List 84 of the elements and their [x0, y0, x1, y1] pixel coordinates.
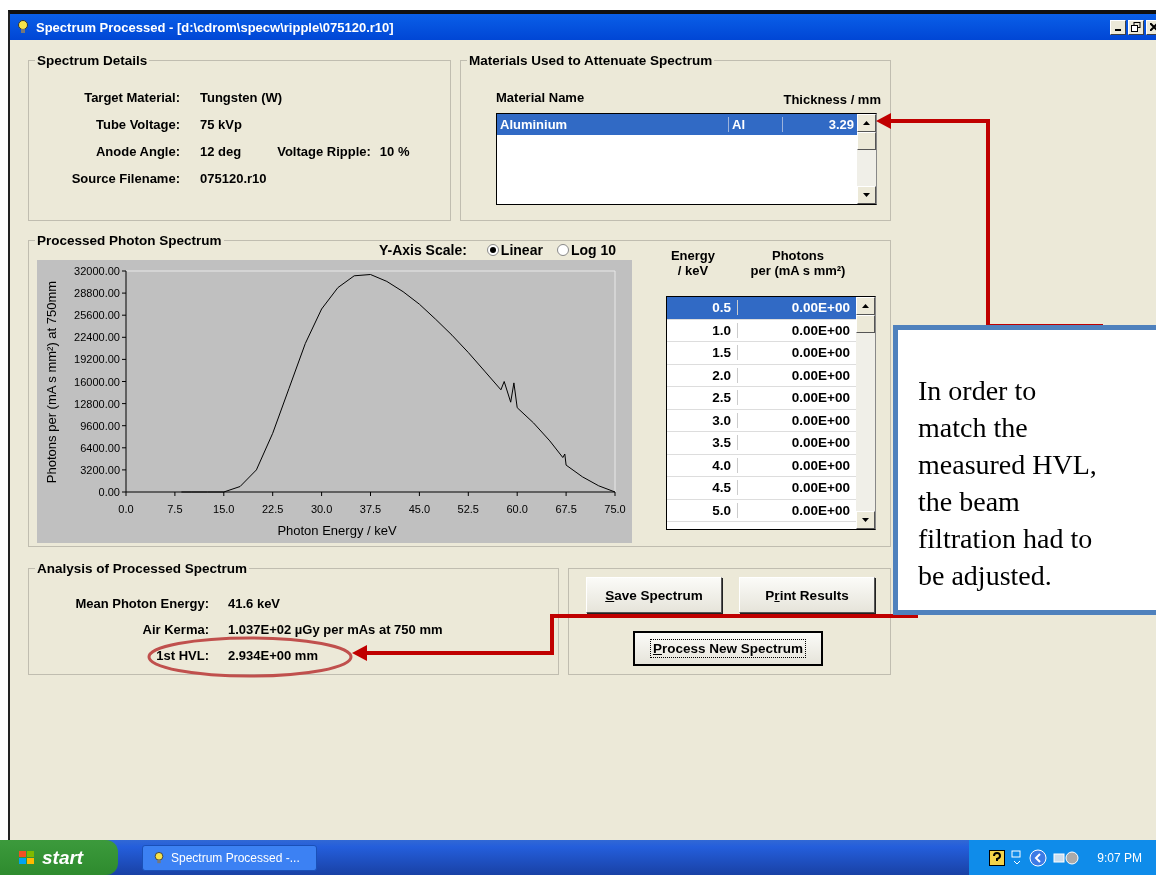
down-arrow-icon	[863, 193, 870, 197]
action-button[interactable]: Process New Spectrum	[633, 631, 823, 666]
field-label: Air Kerma:	[142, 622, 209, 637]
tick-label: 60.0	[506, 503, 528, 515]
field-value: Tungsten (W)	[200, 90, 283, 105]
field-value: 1.037E+02 µGy per mAs at 750 mm	[228, 622, 444, 637]
tick-label: 7.5	[167, 503, 183, 515]
tick-label: 0.0	[118, 503, 134, 515]
field-label: Voltage Ripple:	[277, 144, 371, 159]
lightbulb-icon	[153, 850, 165, 865]
field-label: Mean Photon Energy:	[75, 596, 209, 611]
tick-label: 15.0	[213, 503, 235, 515]
radio-button[interactable]: Log 10	[556, 242, 616, 258]
radio-button[interactable]: Linear	[486, 242, 543, 258]
tick-label: 28800.00	[74, 287, 120, 300]
tick-label: 52.5	[457, 503, 479, 515]
scroll-up-button[interactable]	[857, 114, 876, 132]
down-arrow-icon	[862, 518, 869, 522]
tick-label: 45.0	[408, 503, 431, 515]
field-label: Source Filename:	[70, 171, 180, 186]
tick-label: 32000.00	[74, 265, 120, 277]
group-title: Spectrum Details	[36, 53, 149, 68]
column-header: Photons per (mA s mm²)	[749, 248, 847, 280]
scroll-thumb[interactable]	[857, 132, 876, 150]
restore-button[interactable]	[1128, 19, 1144, 35]
annotation-text: In order to match the measured HVL, the beam filtration had to be adjusted.	[918, 374, 1098, 593]
tick-label: 12800.00	[74, 397, 120, 410]
tick-label: 16000.00	[74, 375, 120, 388]
group-title: Materials Used to Attenuate Spectrum	[468, 53, 714, 68]
tick-label: 37.5	[359, 503, 382, 515]
scroll-up-button[interactable]	[856, 297, 875, 315]
close-icon	[1150, 23, 1156, 31]
flag-icon	[18, 849, 36, 866]
tick-label: 22.5	[262, 503, 284, 515]
tick-label: 0.00	[98, 486, 120, 498]
scale-label: Y-Axis Scale:	[378, 242, 467, 258]
field-label: Target Material:	[83, 90, 180, 105]
field-value: 12 deg	[200, 144, 242, 159]
field-label: Anode Angle:	[95, 144, 180, 159]
chevron-icon	[1029, 848, 1048, 867]
action-button[interactable]: Print Results	[739, 577, 875, 613]
field-value: 75 kVp	[200, 117, 242, 132]
minimize-button[interactable]	[1110, 19, 1126, 35]
action-button[interactable]: Save Spectrum	[586, 577, 722, 613]
tick-label: 22400.00	[74, 331, 120, 344]
scroll-down-button[interactable]	[856, 511, 875, 529]
field-value: 2.934E+00 mm	[228, 648, 319, 663]
tick-label: 67.5	[555, 503, 577, 515]
scroll-thumb[interactable]	[856, 315, 875, 333]
tick-label: 25600.00	[74, 309, 120, 322]
column-header: Energy / keV	[669, 248, 717, 280]
tick-label: 30.0	[310, 503, 333, 515]
window-icon	[1011, 849, 1024, 866]
table-row[interactable]: 0.5 0.00E+00	[667, 297, 856, 320]
restore-icon	[1131, 22, 1141, 32]
start-button[interactable]: start	[0, 840, 118, 875]
up-arrow-icon	[862, 304, 869, 308]
scrollbar[interactable]	[856, 297, 875, 529]
column-header: Material Name	[496, 90, 585, 107]
tick-label: 9600.00	[80, 419, 120, 432]
tick-label: 3200.00	[80, 463, 120, 476]
list-row[interactable]: Aluminium Al 3.29	[497, 114, 857, 135]
axis-title: Photons per (mA s mm²) at 750mm	[44, 280, 59, 484]
tick-label: 6400.00	[80, 441, 120, 454]
axis-title: Photon Energy / keV	[277, 523, 397, 538]
tick-label: 19200.00	[74, 353, 120, 366]
tick-label: 75.0	[604, 503, 626, 515]
field-value: 41.6 keV	[228, 596, 282, 611]
field-label: 1st HVL:	[156, 648, 209, 663]
help-icon	[989, 849, 1006, 866]
scroll-down-button[interactable]	[857, 186, 876, 204]
window-title: Spectrum Processed - [d:\cdrom\specw\ripple\075120.r10]	[36, 19, 394, 35]
field-value: 075120.r10	[200, 171, 267, 186]
lightbulb-icon	[16, 19, 30, 35]
group-title: Processed Photon Spectrum	[36, 233, 223, 248]
group-title: Analysis of Processed Spectrum	[36, 561, 249, 576]
network-icon	[1053, 849, 1080, 866]
column-header: Thickness / mm	[783, 92, 881, 107]
field-label: Tube Voltage:	[94, 117, 180, 132]
scrollbar[interactable]	[857, 114, 876, 204]
up-arrow-icon	[863, 121, 870, 125]
field-value: 10 %	[379, 144, 410, 159]
clock: 9:07 PM	[1097, 850, 1142, 865]
taskbar-button[interactable]: Spectrum Processed -...	[142, 844, 317, 871]
